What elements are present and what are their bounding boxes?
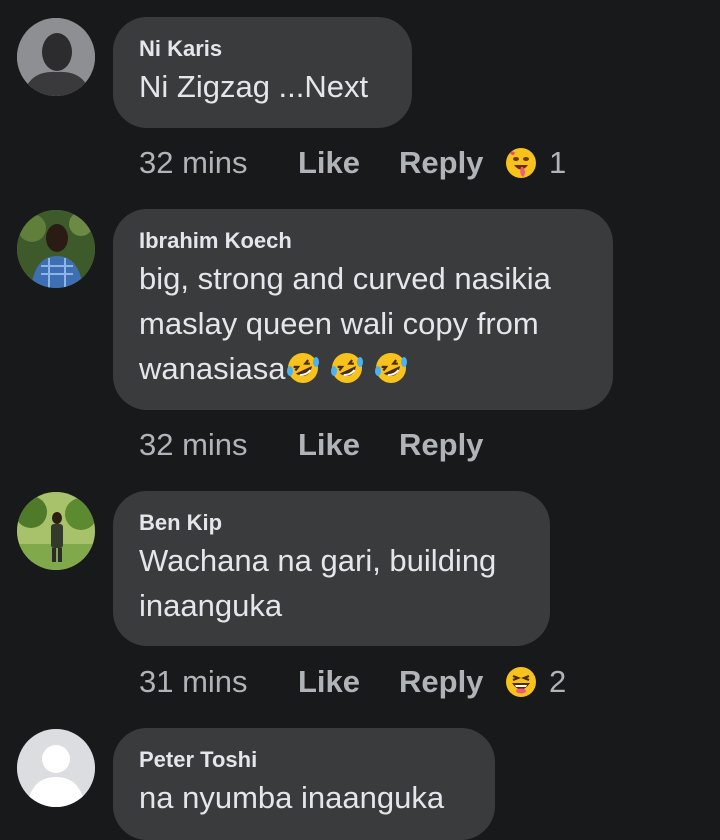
comment-time[interactable]: 32 mins (139, 145, 298, 181)
reaction-summary[interactable]: 1 (505, 145, 566, 181)
comment-author[interactable]: Peter Toshi (139, 745, 469, 775)
comment-bubble: Ni Karis Ni Zigzag ...Next (113, 17, 412, 128)
comment-actions: 32 mins Like Reply 1 (139, 143, 566, 183)
like-button[interactable]: Like (298, 427, 399, 463)
laughing-face-icon (506, 667, 536, 697)
comment-actions: 32 mins Like Reply (139, 425, 505, 465)
comment-author[interactable]: Ibrahim Koech (139, 226, 587, 256)
avatar[interactable] (17, 492, 95, 570)
rolling-on-floor-laughing-icon (287, 353, 320, 383)
rolling-on-floor-laughing-icon (331, 353, 364, 383)
comment-time[interactable]: 31 mins (139, 664, 298, 700)
comment-bubble: Peter Toshi na nyumba inaanguka (113, 728, 495, 840)
comment-bubble: Ibrahim Koech big, strong and curved nas… (113, 209, 613, 410)
reply-button[interactable]: Reply (399, 427, 505, 463)
comment-text: Ni Zigzag ...Next (139, 69, 369, 104)
comment-bubble: Ben Kip Wachana na gari, building inaang… (113, 491, 550, 646)
avatar[interactable] (17, 210, 95, 288)
reply-button[interactable]: Reply (399, 664, 505, 700)
reaction-count: 2 (549, 664, 567, 699)
reply-button[interactable]: Reply (399, 145, 505, 181)
profile-photo-icon (17, 210, 95, 288)
comment-text: na nyumba inaanguka (139, 780, 445, 815)
like-button[interactable]: Like (298, 145, 399, 181)
reaction-count: 1 (549, 145, 567, 180)
default-profile-icon (17, 729, 95, 807)
drooling-face-icon (506, 148, 536, 178)
comment-author[interactable]: Ni Karis (139, 34, 386, 64)
avatar[interactable] (17, 18, 95, 96)
rolling-on-floor-laughing-icon (375, 353, 408, 383)
profile-photo-icon (17, 18, 95, 96)
comment-time[interactable]: 32 mins (139, 427, 298, 463)
comment-text: big, strong and curved nasikia maslay qu… (139, 256, 587, 391)
comment-actions: 31 mins Like Reply 2 (139, 662, 566, 702)
like-button[interactable]: Like (298, 664, 399, 700)
avatar[interactable] (17, 729, 95, 807)
profile-photo-icon (17, 492, 95, 570)
comment-author[interactable]: Ben Kip (139, 508, 524, 538)
reaction-summary[interactable]: 2 (505, 664, 566, 700)
comment-text: Wachana na gari, building inaanguka (139, 543, 497, 623)
